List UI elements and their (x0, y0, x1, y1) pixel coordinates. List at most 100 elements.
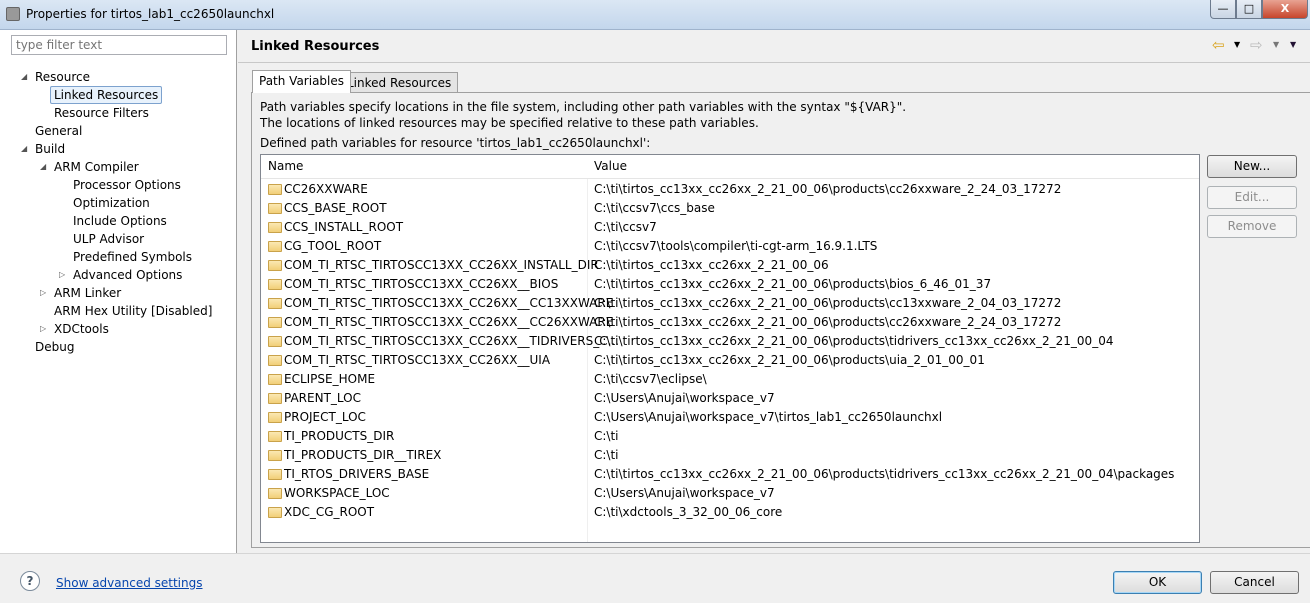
filter-input[interactable] (11, 35, 227, 55)
variable-name: CG_TOOL_ROOT (284, 239, 382, 253)
back-menu-icon[interactable]: ▼ (1234, 40, 1240, 49)
cancel-button[interactable]: Cancel (1210, 571, 1299, 594)
footer-divider (0, 553, 1310, 554)
table-row[interactable]: TI_PRODUCTS_DIR C:\ti (261, 427, 1199, 446)
folder-icon (268, 450, 282, 461)
variable-name: CCS_INSTALL_ROOT (284, 220, 404, 234)
tree-item[interactable]: Resource Filters (54, 104, 149, 122)
folder-icon (268, 355, 282, 366)
app-icon (6, 7, 20, 21)
ok-button[interactable]: OK (1113, 571, 1202, 594)
table-row[interactable]: XDC_CG_ROOT C:\ti\xdctools_3_32_00_06_cor… (261, 503, 1199, 522)
variable-value: C:\Users\Anujai\workspace_v7\tirtos_lab1… (594, 410, 943, 424)
expand-arrow-icon[interactable]: ▷ (40, 324, 46, 333)
back-icon[interactable]: ⇦ (1212, 36, 1225, 54)
tree-item[interactable]: ARM Hex Utility [Disabled] (54, 302, 212, 320)
variable-value: C:\ti\tirtos_cc13xx_cc26xx_2_21_00_06\pr… (594, 182, 1062, 196)
tree-item[interactable]: ARM Linker (54, 284, 121, 302)
variable-value: C:\ti\tirtos_cc13xx_cc26xx_2_21_00_06\pr… (594, 467, 1175, 481)
defined-variables-label: Defined path variables for resource 'tir… (260, 136, 651, 150)
variable-name: PROJECT_LOC (284, 410, 366, 424)
table-row[interactable]: COM_TI_RTSC_TIRTOSCC13XX_CC26XX__BIOS C:\… (261, 275, 1199, 294)
folder-icon (268, 336, 282, 347)
tree-item[interactable]: Processor Options (73, 176, 181, 194)
table-row[interactable]: COM_TI_RTSC_TIRTOSCC13XX_CC26XX_INSTALL_… (261, 256, 1199, 275)
forward-icon[interactable]: ⇨ (1250, 36, 1263, 54)
tab-path-variables[interactable]: Path Variables (252, 70, 352, 93)
tree-item[interactable]: ARM Compiler (54, 158, 139, 176)
edit-button[interactable]: Edit... (1207, 186, 1297, 209)
table-row[interactable]: CG_TOOL_ROOT C:\ti\ccsv7\tools\compiler\t… (261, 237, 1199, 256)
variable-name: COM_TI_RTSC_TIRTOSCC13XX_CC26XX__UIA (284, 353, 551, 367)
variable-value: C:\ti (594, 448, 619, 462)
folder-icon (268, 507, 282, 518)
variable-value: C:\ti\tirtos_cc13xx_cc26xx_2_21_00_06\pr… (594, 277, 992, 291)
minimize-button[interactable]: — (1210, 0, 1236, 19)
variable-value: C:\ti\tirtos_cc13xx_cc26xx_2_21_00_06\pr… (594, 315, 1062, 329)
table-row[interactable]: PROJECT_LOC C:\Users\Anujai\workspace_v7\… (261, 408, 1199, 427)
tree-item[interactable]: Build (35, 140, 65, 158)
expand-arrow-icon[interactable]: ▷ (59, 270, 65, 279)
table-row[interactable]: TI_RTOS_DRIVERS_BASE C:\ti\tirtos_cc13xx_… (261, 465, 1199, 484)
column-header-value[interactable]: Value (594, 159, 627, 173)
column-header-name[interactable]: Name (268, 159, 303, 173)
variable-name: WORKSPACE_LOC (284, 486, 390, 500)
remove-button[interactable]: Remove (1207, 215, 1297, 238)
table-row[interactable]: PARENT_LOC C:\Users\Anujai\workspace_v7 (261, 389, 1199, 408)
header-divider (238, 62, 1310, 63)
new-button[interactable]: New... (1207, 155, 1297, 178)
variable-value: C:\ti\tirtos_cc13xx_cc26xx_2_21_00_06 (594, 258, 829, 272)
table-row[interactable]: CCS_BASE_ROOT C:\ti\ccsv7\ccs_base (261, 199, 1199, 218)
folder-icon (268, 298, 282, 309)
tree-item[interactable]: Linked Resources (50, 86, 163, 104)
expand-arrow-icon[interactable]: ◢ (40, 162, 46, 171)
variable-value: C:\ti (594, 429, 619, 443)
tree-item[interactable]: Predefined Symbols (73, 248, 192, 266)
folder-icon (268, 469, 282, 480)
variable-value: C:\ti\ccsv7\eclipse\ (594, 372, 707, 386)
tree-item[interactable]: Optimization (73, 194, 150, 212)
view-menu-icon[interactable]: ▼ (1290, 40, 1296, 49)
variable-name: COM_TI_RTSC_TIRTOSCC13XX_CC26XX__CC13XXW… (284, 296, 614, 310)
path-variables-table[interactable]: Name Value CC26XXWARE C:\ti\tirtos_cc13xx… (260, 154, 1200, 543)
tree-item[interactable]: Debug (35, 338, 74, 356)
table-row[interactable]: COM_TI_RTSC_TIRTOSCC13XX_CC26XX__CC26XXW… (261, 313, 1199, 332)
table-row[interactable]: CC26XXWARE C:\ti\tirtos_cc13xx_cc26xx_2_2… (261, 180, 1199, 199)
tree-item[interactable]: General (35, 122, 82, 140)
tree-item[interactable]: Advanced Options (73, 266, 182, 284)
table-row[interactable]: COM_TI_RTSC_TIRTOSCC13XX_CC26XX__TIDRIVE… (261, 332, 1199, 351)
folder-icon (268, 488, 282, 499)
table-row[interactable]: COM_TI_RTSC_TIRTOSCC13XX_CC26XX__UIA C:\t… (261, 351, 1199, 370)
show-advanced-settings-link[interactable]: Show advanced settings (56, 576, 203, 590)
variable-name: COM_TI_RTSC_TIRTOSCC13XX_CC26XX__CC26XXW… (284, 315, 614, 329)
help-icon[interactable]: ? (20, 571, 40, 591)
variable-value: C:\ti\ccsv7\ccs_base (594, 201, 715, 215)
variable-name: CCS_BASE_ROOT (284, 201, 387, 215)
page-title: Linked Resources (251, 39, 380, 54)
forward-menu-icon[interactable]: ▼ (1273, 40, 1279, 49)
folder-icon (268, 412, 282, 423)
maximize-button[interactable]: □ (1236, 0, 1262, 19)
table-row[interactable]: COM_TI_RTSC_TIRTOSCC13XX_CC26XX__CC13XXW… (261, 294, 1199, 313)
tree-item[interactable]: XDCtools (54, 320, 109, 338)
table-row[interactable]: TI_PRODUCTS_DIR__TIREX C:\ti (261, 446, 1199, 465)
tab-linked-resources[interactable]: Linked Resources (340, 72, 459, 93)
expand-arrow-icon[interactable]: ◢ (21, 144, 27, 153)
folder-icon (268, 374, 282, 385)
tree-item[interactable]: ULP Advisor (73, 230, 144, 248)
tree-item[interactable]: Resource (35, 68, 90, 86)
table-row[interactable]: CCS_INSTALL_ROOT C:\ti\ccsv7 (261, 218, 1199, 237)
variable-name: PARENT_LOC (284, 391, 361, 405)
table-row[interactable]: WORKSPACE_LOC C:\Users\Anujai\workspace_v… (261, 484, 1199, 503)
description-line-1: Path variables specify locations in the … (260, 100, 907, 114)
variable-value: C:\ti\tirtos_cc13xx_cc26xx_2_21_00_06\pr… (594, 296, 1062, 310)
variable-value: C:\ti\tirtos_cc13xx_cc26xx_2_21_00_06\pr… (594, 353, 985, 367)
close-button[interactable]: X (1262, 0, 1308, 19)
tree-item[interactable]: Include Options (73, 212, 167, 230)
variable-value: C:\Users\Anujai\workspace_v7 (594, 391, 775, 405)
expand-arrow-icon[interactable]: ▷ (40, 288, 46, 297)
variable-name: TI_RTOS_DRIVERS_BASE (284, 467, 430, 481)
expand-arrow-icon[interactable]: ◢ (21, 72, 27, 81)
table-row[interactable]: ECLIPSE_HOME C:\ti\ccsv7\eclipse\ (261, 370, 1199, 389)
table-header: Name Value (261, 155, 1199, 179)
